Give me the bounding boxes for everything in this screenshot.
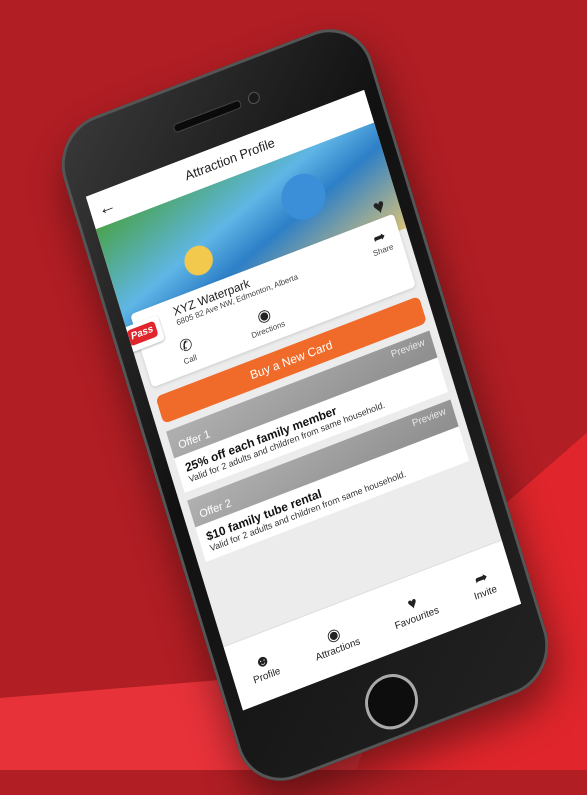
app-screen: ← Attraction Profile ♥ Pass XYZ Waterpar… xyxy=(85,89,522,711)
tab-invite[interactable]: ➦ Invite xyxy=(467,564,498,602)
offer-preview-label[interactable]: Preview xyxy=(411,406,447,429)
tab-attractions[interactable]: ◉ Attractions xyxy=(308,617,361,663)
action-spacer xyxy=(333,264,379,306)
phone-camera xyxy=(246,90,262,106)
home-button[interactable] xyxy=(358,666,425,738)
phone-speaker xyxy=(172,99,243,134)
offer-preview-label[interactable]: Preview xyxy=(390,337,426,360)
phone-frame: ← Attraction Profile ♥ Pass XYZ Waterpar… xyxy=(49,15,561,795)
tab-favourites[interactable]: ♥ Favourites xyxy=(388,587,440,632)
directions-button[interactable]: ◉ Directions xyxy=(244,300,286,341)
pass-logo-text: Pass xyxy=(125,320,159,347)
tab-profile[interactable]: ☻ Profile xyxy=(247,648,282,686)
call-button[interactable]: ✆ Call xyxy=(177,334,198,367)
